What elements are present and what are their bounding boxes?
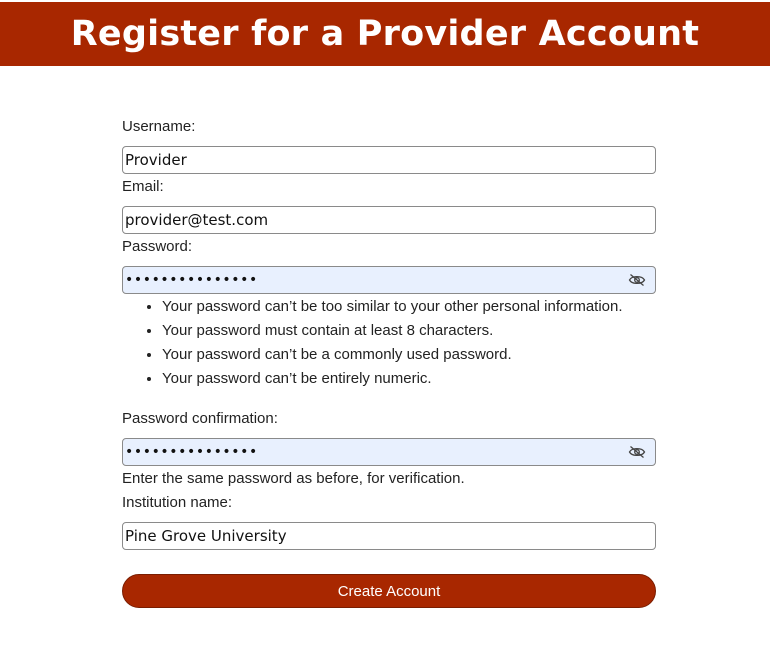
- eye-slash-icon[interactable]: [628, 445, 646, 459]
- password-confirmation-help: Enter the same password as before, for v…: [122, 470, 465, 487]
- page-header: Register for a Provider Account: [0, 2, 770, 66]
- username-field[interactable]: Provider: [122, 146, 656, 174]
- password-label: Password:: [122, 238, 193, 255]
- page-title: Register for a Provider Account: [70, 14, 700, 54]
- password-help-item: Your password must contain at least 8 ch…: [162, 319, 623, 343]
- username-label: Username:: [122, 118, 196, 135]
- institution-field[interactable]: Pine Grove University: [122, 522, 656, 550]
- password-confirmation-field[interactable]: •••••••••••••••: [122, 438, 656, 466]
- email-label: Email:: [122, 178, 164, 195]
- institution-label: Institution name:: [122, 494, 233, 511]
- password-help-item: Your password can’t be too similar to yo…: [162, 295, 623, 319]
- password-masked-value: •••••••••••••••: [125, 272, 258, 288]
- password-field[interactable]: •••••••••••••••: [122, 266, 656, 294]
- username-value: Provider: [125, 151, 187, 169]
- password-help-list: Your password can’t be too similar to yo…: [122, 295, 623, 391]
- email-value: provider@test.com: [125, 211, 269, 229]
- password-help-item: Your password can’t be entirely numeric.: [162, 367, 623, 391]
- password-help-item: Your password can’t be a commonly used p…: [162, 343, 623, 367]
- eye-slash-icon[interactable]: [628, 273, 646, 287]
- email-field[interactable]: provider@test.com: [122, 206, 656, 234]
- create-account-button[interactable]: Create Account: [122, 574, 656, 608]
- password-confirmation-masked-value: •••••••••••••••: [125, 444, 258, 460]
- institution-value: Pine Grove University: [125, 527, 287, 545]
- password-confirmation-label: Password confirmation:: [122, 410, 278, 427]
